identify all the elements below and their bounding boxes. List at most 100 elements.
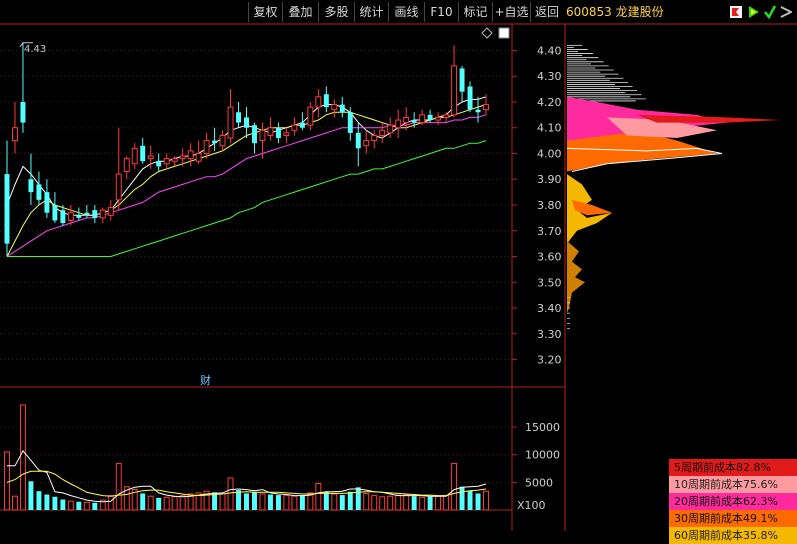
- volume-bar: [403, 494, 410, 511]
- cost-10-period: 10周期前成本75.6%: [669, 476, 797, 493]
- volume-ma10-line: [6, 470, 487, 497]
- candle-body: [475, 109, 481, 113]
- candle-body: [92, 210, 98, 218]
- candle-body: [20, 101, 26, 123]
- volume-bar: [76, 501, 82, 510]
- volume-bar: [219, 493, 226, 511]
- volume-bar: [44, 494, 50, 510]
- candle-body: [347, 112, 353, 133]
- volume-bar: [52, 496, 58, 510]
- volume-bar: [483, 490, 489, 511]
- candle-body: [203, 140, 210, 154]
- volume-bar: [227, 477, 234, 511]
- price-tick-label: 3.90: [537, 173, 562, 186]
- volume-bar: [419, 496, 426, 511]
- price-tick-label: 3.40: [537, 302, 562, 315]
- candle-body: [387, 124, 394, 134]
- volume-bar: [4, 451, 10, 511]
- candle-body: [187, 150, 194, 160]
- candle-body: [379, 129, 386, 136]
- volume-bar: [275, 495, 281, 510]
- candle-body: [451, 65, 458, 116]
- candle-body: [171, 158, 178, 162]
- price-tick-label: 4.20: [537, 96, 562, 109]
- volume-bar: [163, 496, 170, 511]
- volume-bar: [283, 495, 290, 511]
- volume-bar: [331, 493, 338, 511]
- candle-body: [467, 86, 473, 110]
- volume-bar: [395, 494, 402, 511]
- finance-marker: 财: [200, 373, 211, 387]
- price-tick-label: 3.30: [537, 328, 562, 341]
- candle-body: [131, 147, 138, 165]
- volume-bar: [236, 490, 241, 510]
- candles: [4, 42, 489, 257]
- candle-body: [84, 212, 90, 216]
- volume-bar: [387, 495, 394, 511]
- volume-bar: [467, 490, 473, 510]
- volume-bar: [28, 481, 34, 510]
- candle-body: [4, 174, 10, 244]
- chip-area-5: [637, 114, 782, 123]
- candle-body: [52, 205, 58, 221]
- candle-body: [244, 117, 249, 128]
- candle-body: [459, 68, 465, 92]
- candle-body: [195, 152, 202, 162]
- volume-bar: [347, 491, 353, 510]
- volume-tick-label: 5000: [525, 476, 553, 489]
- candle-body: [443, 114, 450, 118]
- volume-bar: [67, 500, 74, 511]
- candle-body: [435, 116, 442, 121]
- candle-body: [99, 209, 106, 219]
- price-tick-label: 4.00: [537, 147, 562, 160]
- price-tick-label: 4.30: [537, 70, 562, 83]
- candle-body: [411, 120, 417, 123]
- candle-body: [140, 145, 146, 162]
- grid: [0, 23, 797, 531]
- candle-body: [76, 215, 82, 218]
- candle-body: [12, 127, 18, 142]
- volume-bar: [147, 495, 154, 511]
- volume-bar: [115, 463, 122, 511]
- volume-bar: [411, 496, 417, 510]
- candle-body: [403, 116, 410, 124]
- volume-bar: [252, 492, 257, 510]
- candle-body: [275, 127, 281, 139]
- volume-bar: [36, 491, 42, 510]
- candle-body: [227, 106, 234, 139]
- price-tick-label: 3.50: [537, 276, 562, 289]
- ma60-line: [7, 140, 487, 257]
- candle-body: [267, 127, 274, 136]
- volume-bar: [140, 493, 146, 510]
- cost-30-period: 30周期前成本49.1%: [669, 510, 797, 527]
- candle-body: [291, 124, 298, 131]
- candle-body: [307, 106, 314, 126]
- candle-body: [123, 158, 130, 173]
- volume-bar: [92, 502, 98, 510]
- volume-bar: [171, 496, 178, 511]
- volume-bar: [435, 495, 442, 511]
- cost-60-period: 60周期前成本35.8%: [669, 527, 797, 544]
- volume-bar: [355, 487, 361, 510]
- price-tick-label: 3.70: [537, 225, 562, 238]
- candle-body: [67, 212, 74, 221]
- candle-body: [179, 155, 186, 160]
- volume-bar: [12, 495, 18, 511]
- volume-bar: [323, 491, 329, 510]
- volume-bar: [83, 501, 90, 511]
- volume-bar: [291, 495, 298, 511]
- volume-unit-label: X100: [517, 499, 546, 512]
- candle-body: [419, 114, 426, 124]
- volume-tick-label: 15000: [525, 421, 560, 434]
- volume-bar: [107, 495, 114, 511]
- candle-body: [147, 155, 154, 160]
- volume-bar: [244, 493, 249, 510]
- price-tick-label: 3.60: [537, 251, 562, 264]
- volume-tick-label: 10000: [525, 449, 560, 462]
- cost-20-period: 20周期前成本62.3%: [669, 493, 797, 510]
- candle-body: [323, 94, 329, 108]
- candle-body: [44, 192, 50, 213]
- volume-bar: [267, 494, 273, 510]
- candle-body: [156, 161, 162, 167]
- candle-body: [60, 210, 66, 224]
